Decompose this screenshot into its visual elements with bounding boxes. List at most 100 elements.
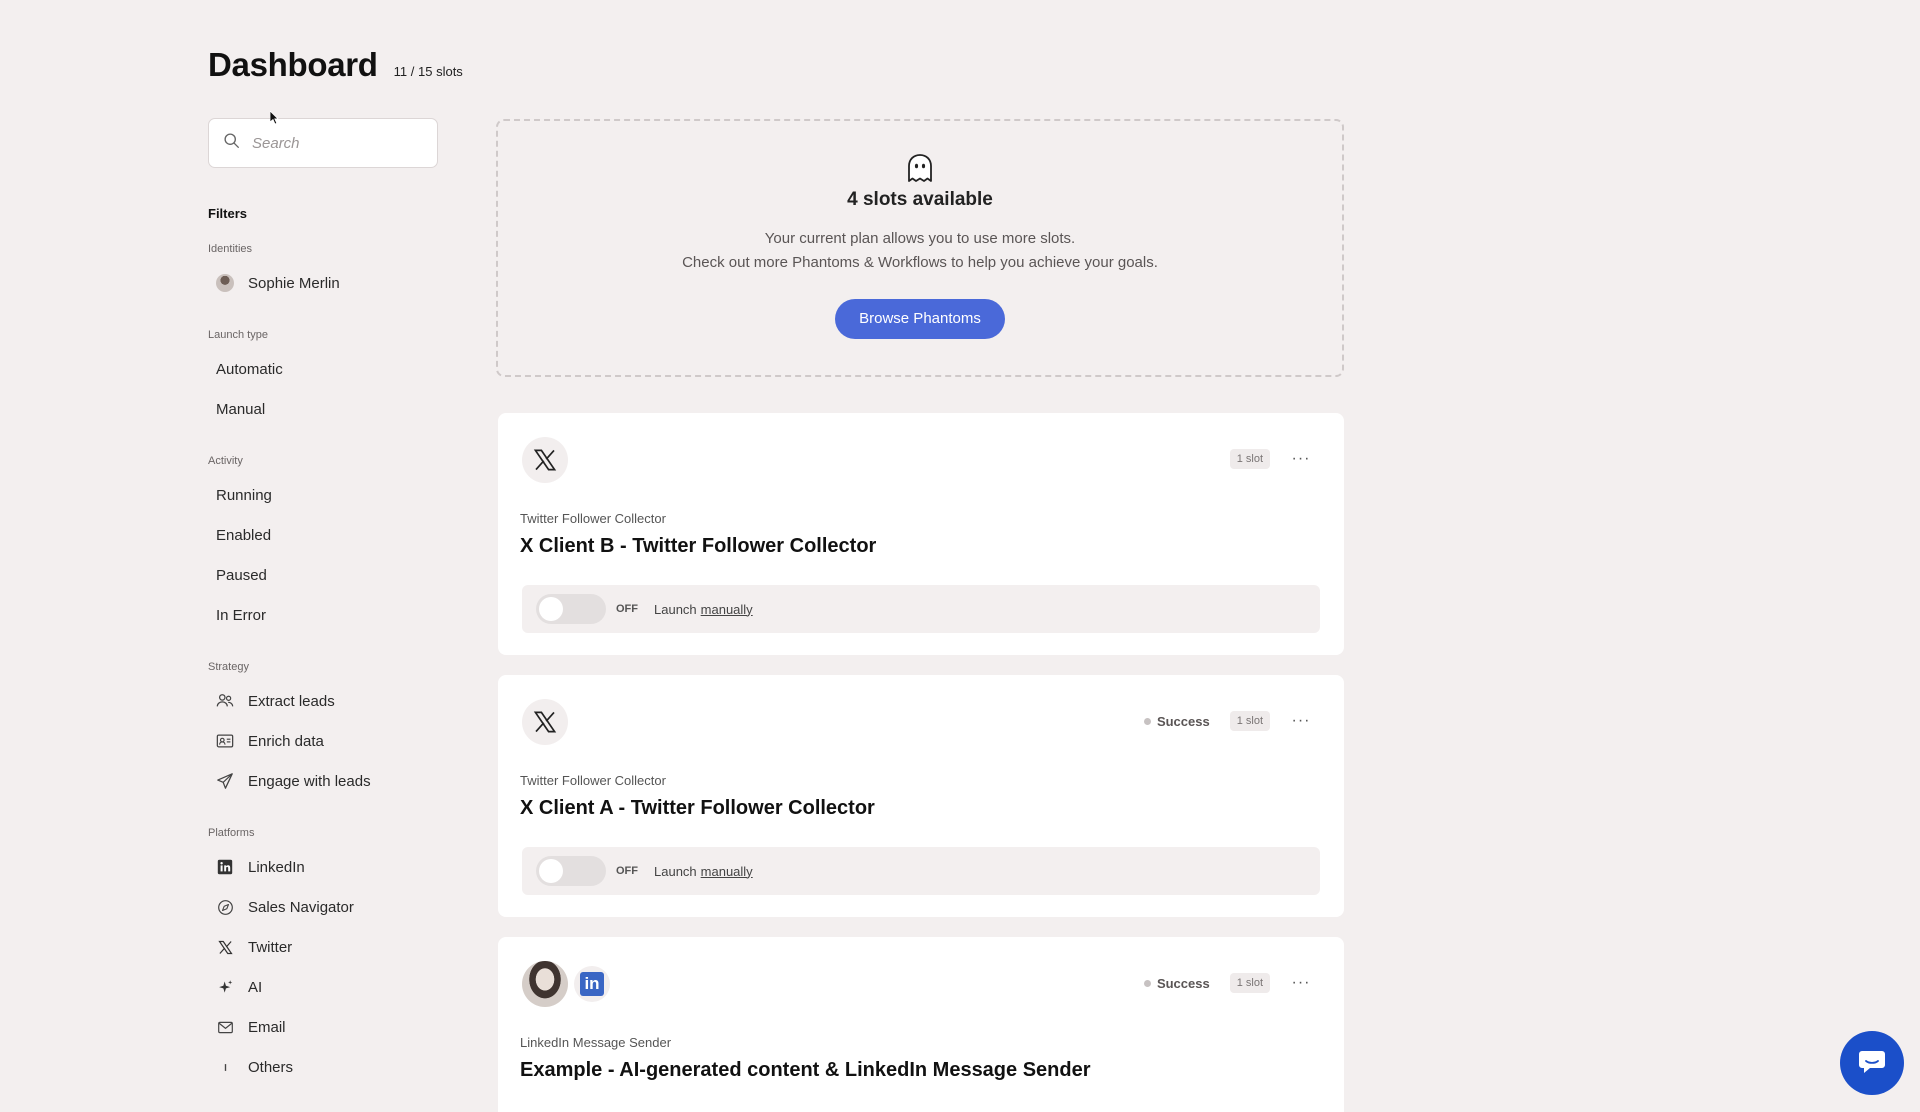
x-icon bbox=[216, 938, 234, 956]
filter-enrich-data[interactable]: Enrich data bbox=[208, 721, 440, 761]
launch-bar: OFF Launch manually bbox=[522, 585, 1320, 633]
slot-badge: 1 slot bbox=[1229, 973, 1270, 993]
card-meta: Success 1 slot ··· bbox=[1143, 973, 1312, 993]
search-icon bbox=[223, 132, 240, 154]
status-label: Success bbox=[1156, 975, 1210, 991]
phantom-card[interactable]: 1 slot ··· Twitter Follower Collector X … bbox=[498, 413, 1344, 655]
group-label-strategy: Strategy bbox=[208, 661, 249, 673]
page-header: Dashboard 11 / 15 slots bbox=[208, 46, 463, 84]
card-title[interactable]: Example - AI-generated content & LinkedI… bbox=[520, 1059, 1091, 1082]
users-icon bbox=[216, 692, 234, 710]
slots-available-title: 4 slots available bbox=[847, 189, 993, 210]
filter-label: Email bbox=[248, 1018, 286, 1036]
filter-linkedin[interactable]: LinkedIn bbox=[208, 847, 440, 887]
linkedin-letter: in bbox=[580, 972, 604, 996]
send-icon bbox=[216, 772, 234, 790]
filter-engage-with-leads[interactable]: Engage with leads bbox=[208, 761, 440, 801]
filter-in-error[interactable]: In Error bbox=[208, 595, 440, 635]
filter-others[interactable]: Others bbox=[208, 1047, 440, 1087]
mail-icon bbox=[216, 1018, 234, 1036]
status-badge: Success bbox=[1143, 714, 1210, 729]
filter-email[interactable]: Email bbox=[208, 1007, 440, 1047]
filter-label: Twitter bbox=[248, 938, 293, 956]
more-options-button[interactable]: ··· bbox=[1290, 974, 1312, 992]
filter-manual[interactable]: Manual bbox=[208, 389, 440, 429]
slots-available-description: Your current plan allows you to use more… bbox=[498, 227, 1342, 275]
group-label-activity: Activity bbox=[208, 455, 243, 467]
avatar bbox=[522, 961, 568, 1007]
launch-toggle[interactable] bbox=[536, 856, 606, 886]
slot-badge: 1 slot bbox=[1229, 711, 1270, 731]
filter-paused[interactable]: Paused bbox=[208, 555, 440, 595]
chat-icon bbox=[1856, 1045, 1888, 1082]
slots-count: 11 / 15 slots bbox=[393, 64, 463, 79]
card-phantom-type: LinkedIn Message Sender bbox=[520, 1035, 672, 1050]
launch-bar: OFF Launch manually bbox=[522, 847, 1320, 895]
page-title: Dashboard bbox=[208, 46, 378, 83]
launch-manually-link[interactable]: manually bbox=[701, 602, 753, 617]
id-card-icon bbox=[216, 732, 234, 750]
filter-ai[interactable]: AI bbox=[208, 967, 440, 1007]
filter-label: LinkedIn bbox=[248, 858, 305, 876]
dashboard-page: Dashboard 11 / 15 slots Filters Identiti… bbox=[0, 0, 1920, 1112]
filters-sidebar: Filters Identities Sophie Merlin Launch … bbox=[208, 118, 440, 1087]
filter-label: Others bbox=[248, 1058, 294, 1076]
filter-label: Sophie Merlin bbox=[248, 274, 340, 292]
card-logos: in bbox=[522, 961, 610, 1007]
toggle-state-label: OFF bbox=[616, 865, 638, 877]
launch-manually-link[interactable]: manually bbox=[701, 864, 753, 879]
more-options-button[interactable]: ··· bbox=[1290, 712, 1312, 730]
card-meta: 1 slot ··· bbox=[1229, 449, 1312, 469]
sparkle-icon bbox=[216, 978, 234, 996]
phantom-card[interactable]: Success 1 slot ··· Twitter Follower Coll… bbox=[498, 675, 1344, 917]
avatar-icon bbox=[216, 274, 234, 292]
launch-mode-text: Launch manually bbox=[654, 602, 753, 617]
launch-prefix: Launch bbox=[654, 601, 697, 617]
linkedin-icon: in bbox=[574, 966, 610, 1002]
group-label-identities: Identities bbox=[208, 243, 253, 255]
launch-mode-text: Launch manually bbox=[654, 864, 753, 879]
slots-desc-line-2: Check out more Phantoms & Workflows to h… bbox=[682, 254, 1158, 271]
x-icon bbox=[522, 699, 568, 745]
more-options-button[interactable]: ··· bbox=[1290, 450, 1312, 468]
group-label-launch-type: Launch type bbox=[208, 329, 268, 341]
filters-title: Filters bbox=[208, 206, 248, 221]
filter-automatic[interactable]: Automatic bbox=[208, 349, 440, 389]
browse-phantoms-button[interactable]: Browse Phantoms bbox=[835, 299, 1005, 339]
filter-label: Enrich data bbox=[248, 732, 324, 750]
filter-enabled[interactable]: Enabled bbox=[208, 515, 440, 555]
search-input[interactable] bbox=[250, 133, 424, 153]
launch-prefix: Launch bbox=[654, 863, 697, 879]
filter-label: Sales Navigator bbox=[248, 898, 354, 916]
card-title[interactable]: X Client A - Twitter Follower Collector bbox=[520, 797, 875, 820]
linkedin-icon bbox=[216, 858, 234, 876]
filter-label: AI bbox=[248, 978, 263, 996]
filter-twitter[interactable]: Twitter bbox=[208, 927, 440, 967]
filter-identity-sophie-merlin[interactable]: Sophie Merlin bbox=[208, 263, 440, 303]
filter-label: Engage with leads bbox=[248, 772, 371, 790]
card-phantom-type: Twitter Follower Collector bbox=[520, 511, 666, 526]
filter-extract-leads[interactable]: Extract leads bbox=[208, 681, 440, 721]
status-badge: Success bbox=[1143, 975, 1210, 991]
toggle-state-label: OFF bbox=[616, 603, 638, 615]
card-title[interactable]: X Client B - Twitter Follower Collector bbox=[520, 535, 876, 558]
card-logos bbox=[522, 699, 568, 745]
x-icon bbox=[522, 437, 568, 483]
card-phantom-type: Twitter Follower Collector bbox=[520, 773, 666, 788]
group-label-platforms: Platforms bbox=[208, 827, 255, 839]
filter-sales-navigator[interactable]: Sales Navigator bbox=[208, 887, 440, 927]
chat-button[interactable] bbox=[1840, 1031, 1904, 1095]
compass-icon bbox=[216, 898, 234, 916]
filter-running[interactable]: Running bbox=[208, 475, 440, 515]
card-logos bbox=[522, 437, 568, 483]
status-dot bbox=[1143, 979, 1151, 987]
card-meta: Success 1 slot ··· bbox=[1143, 711, 1312, 731]
mouse-cursor bbox=[269, 110, 280, 125]
filter-label: Extract leads bbox=[248, 692, 335, 710]
phantom-card[interactable]: in Success 1 slot ··· LinkedIn Message S… bbox=[498, 937, 1344, 1112]
launch-toggle[interactable] bbox=[536, 594, 606, 624]
search-box[interactable] bbox=[208, 118, 438, 168]
slots-available-panel: 4 slots available Your current plan allo… bbox=[496, 119, 1344, 377]
slots-desc-line-1: Your current plan allows you to use more… bbox=[764, 230, 1076, 247]
status-dot bbox=[1143, 717, 1151, 725]
